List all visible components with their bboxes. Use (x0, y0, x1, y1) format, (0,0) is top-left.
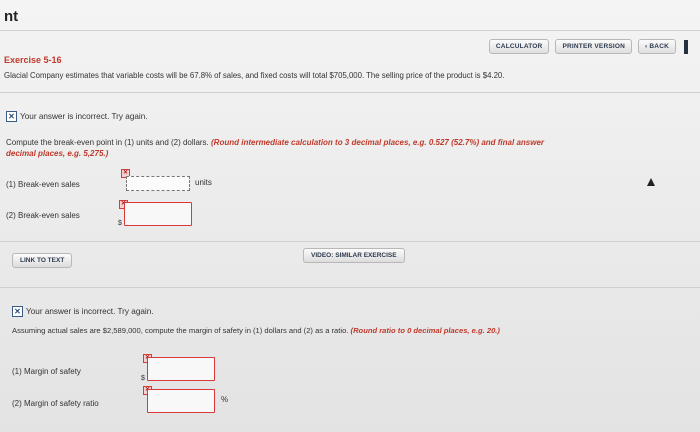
part1-feedback-text: Your answer is incorrect. Try again. (20, 112, 148, 121)
divider (0, 287, 700, 288)
dollar-sign: $ (118, 220, 122, 227)
part1-feedback: ✕ Your answer is incorrect. Try again. (6, 111, 148, 122)
percent-sign: % (221, 395, 229, 404)
video-similar-exercise-button[interactable]: VIDEO: SIMILAR EXERCISE (303, 248, 405, 263)
toolbar-edge (684, 39, 688, 54)
units-label: units (195, 178, 212, 187)
margin-of-safety-ratio-input[interactable] (147, 389, 215, 413)
top-divider (0, 30, 700, 31)
dollar-sign: $ (141, 375, 145, 382)
calculator-button[interactable]: CALCULATOR (488, 39, 550, 54)
margin-of-safety-label: (1) Margin of safety (12, 367, 81, 376)
divider (0, 241, 700, 242)
page: nt CALCULATOR PRINTER VERSION ‹ BACK Exe… (0, 0, 700, 432)
incorrect-x-icon: ✕ (6, 111, 17, 122)
part2-feedback: ✕ Your answer is incorrect. Try again. (12, 306, 154, 317)
break-even-units-label: (1) Break-even sales (6, 180, 80, 189)
part2-instruction-text: Assuming actual sales are $2,589,000, co… (12, 326, 349, 335)
break-even-dollars-label: (2) Break-even sales (6, 211, 80, 220)
mouse-pointer-icon (647, 178, 655, 186)
incorrect-x-icon: ✕ (12, 306, 23, 317)
part2-feedback-text: Your answer is incorrect. Try again. (26, 307, 154, 316)
link-to-text-button[interactable]: LINK TO TEXT (12, 253, 73, 268)
exercise-description: Glacial Company estimates that variable … (4, 71, 505, 80)
margin-of-safety-input[interactable] (147, 357, 215, 381)
part1-instruction: Compute the break-even point in (1) unit… (6, 138, 544, 147)
part1-rounding-note-cont: decimal places, e.g. 5,275.) (6, 149, 109, 158)
break-even-dollars-input[interactable] (124, 202, 192, 226)
back-button[interactable]: ‹ BACK (638, 39, 676, 54)
printer-version-button[interactable]: PRINTER VERSION (555, 39, 633, 54)
divider (0, 92, 700, 93)
app-title: nt (4, 8, 19, 25)
break-even-units-input[interactable] (126, 176, 190, 191)
part1-instruction-text: Compute the break-even point in (1) unit… (6, 138, 209, 147)
toolbar: CALCULATOR PRINTER VERSION ‹ BACK (488, 39, 688, 54)
margin-of-safety-ratio-label: (2) Margin of safety ratio (12, 399, 99, 408)
exercise-title: Exercise 5-16 (4, 55, 62, 65)
part1-rounding-note: (Round intermediate calculation to 3 dec… (211, 138, 545, 147)
part2-rounding-note: (Round ratio to 0 decimal places, e.g. 2… (350, 326, 500, 335)
part2-instruction: Assuming actual sales are $2,589,000, co… (12, 326, 500, 335)
